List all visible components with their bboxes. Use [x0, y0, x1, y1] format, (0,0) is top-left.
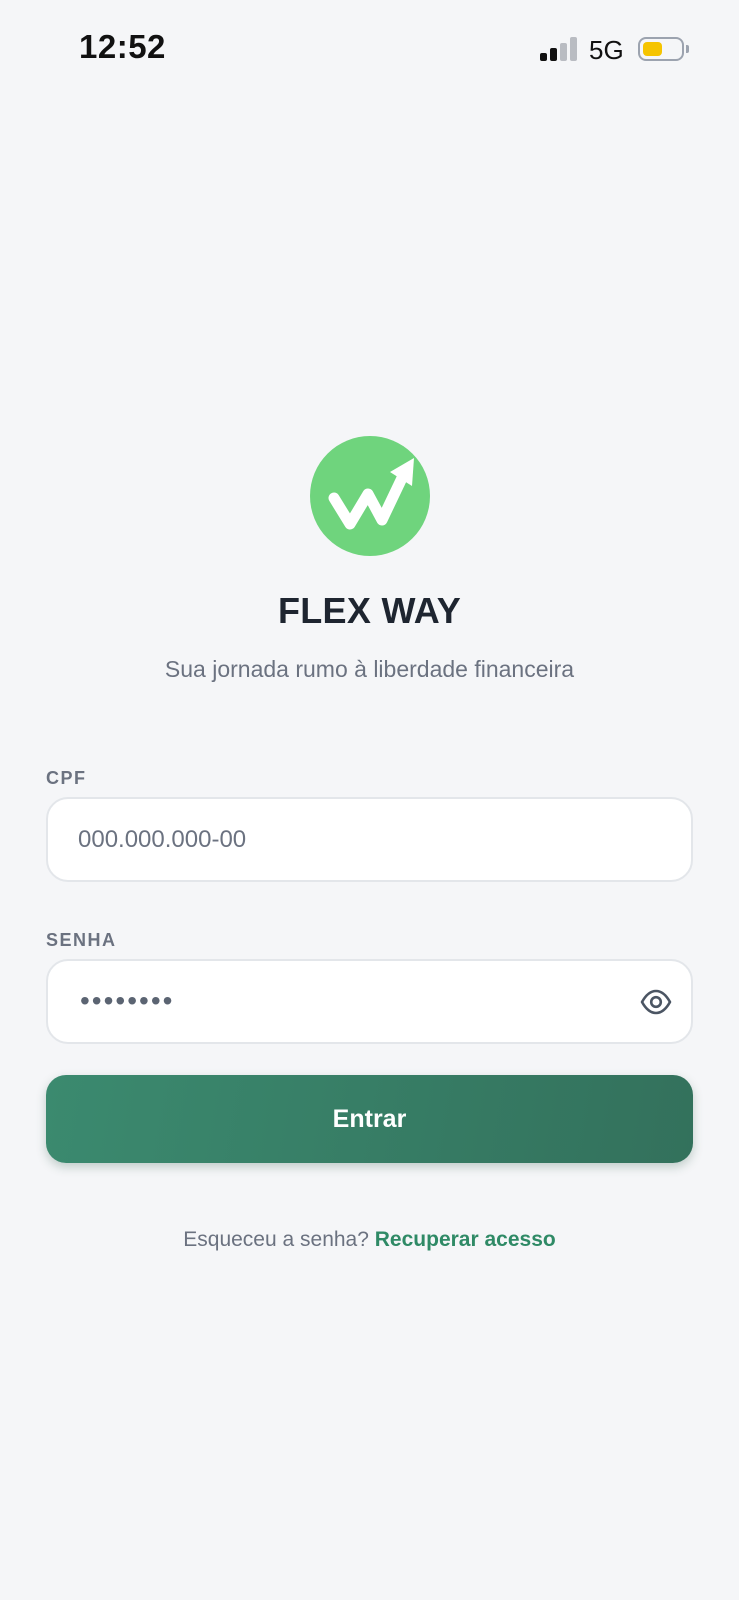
brand-name: FLEX WAY: [277, 590, 462, 631]
cpf-input[interactable]: [78, 799, 638, 880]
cpf-input-box[interactable]: [46, 797, 693, 882]
network-type: 5G: [589, 35, 624, 65]
cpf-label: CPF: [46, 768, 87, 788]
status-bar: 12:52 5G: [0, 0, 739, 100]
brand-tagline: Sua jornada rumo à liberdade financeira: [164, 656, 575, 682]
password-input[interactable]: ••••••••: [80, 985, 174, 1017]
password-input-box[interactable]: ••••••••: [46, 959, 693, 1044]
eye-icon[interactable]: [640, 988, 672, 1016]
battery-icon: [638, 37, 684, 61]
forgot-password-row: Esqueceu a senha? Recuperar acesso: [0, 1228, 739, 1252]
enter-button[interactable]: Entrar: [46, 1075, 693, 1163]
trend-arrow-w-icon: [310, 436, 430, 556]
forgot-password-text: Esqueceu a senha?: [183, 1228, 369, 1251]
battery-tip: [686, 45, 689, 53]
status-time: 12:52: [79, 28, 166, 65]
signal-icon: [540, 37, 578, 61]
battery-level: [643, 42, 662, 56]
password-label: SENHA: [46, 930, 117, 950]
recover-access-link[interactable]: Recuperar acesso: [375, 1228, 556, 1251]
